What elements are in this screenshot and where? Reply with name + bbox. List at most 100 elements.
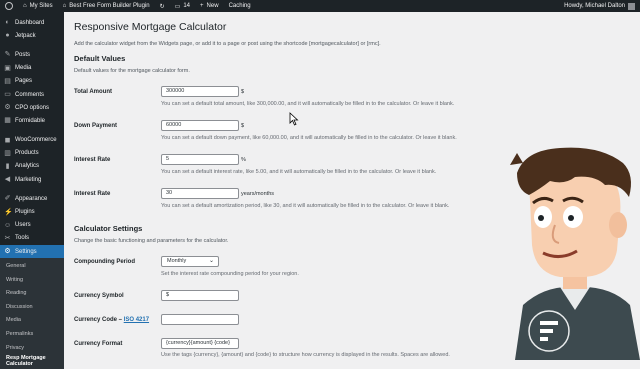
plus-icon: + <box>200 3 204 9</box>
section-default-values: Default Values <box>74 54 126 63</box>
sidebar-item-analytics[interactable]: ▮ Analytics <box>0 160 64 173</box>
new-content-menu[interactable]: + New <box>195 3 224 9</box>
submenu-general[interactable]: General <box>0 259 64 273</box>
currency-format-input[interactable]: {currency}{amount} {code} <box>161 338 239 349</box>
sidebar-item-settings[interactable]: ⚙ Settings <box>0 245 64 259</box>
intro-text: Add the calculator widget from the Widge… <box>74 41 381 47</box>
page-title: Responsive Mortgage Calculator <box>74 21 227 33</box>
section-calculator-settings: Calculator Settings <box>74 224 143 233</box>
caching-menu[interactable]: Caching <box>224 3 256 9</box>
sidebar-item-woocommerce[interactable]: ◼ WooCommerce <box>0 134 64 147</box>
submenu-media[interactable]: Media <box>0 314 64 328</box>
sidebar-item-formidable[interactable]: ▦ Formidable <box>0 114 64 127</box>
comments-count: 14 <box>183 3 191 9</box>
currency-code-label-text: Currency Code – <box>74 317 123 323</box>
compounding-period-value: Monthly <box>167 258 187 264</box>
comment-icon: ▭ <box>4 91 11 99</box>
compounding-period-label: Compounding Period <box>74 259 135 265</box>
sidebar-item-jetpack[interactable]: ● Jetpack <box>0 29 64 42</box>
updates-button[interactable]: ↻ <box>155 3 170 10</box>
sidebar-item-cpo-options[interactable]: ⚙ CPO options <box>0 101 64 114</box>
sidebar-item-tools[interactable]: ✂ Tools <box>0 232 64 245</box>
amortization-help: You can set a default amortization perio… <box>161 203 450 209</box>
home-icon: ⌂ <box>62 3 67 9</box>
sidebar-item-users[interactable]: ☺ Users <box>0 219 64 232</box>
total-amount-suffix: $ <box>241 89 245 95</box>
iso-4217-link[interactable]: ISO 4217 <box>124 317 149 323</box>
my-sites-menu[interactable]: ⌂ My Sites <box>18 3 58 9</box>
submenu-reading[interactable]: Reading <box>0 286 64 300</box>
calculator-settings-description: Change the basic functioning and paramet… <box>74 238 229 244</box>
sidebar-item-marketing[interactable]: ◀ Marketing <box>0 173 64 186</box>
howdy-label: Howdy, Michael Dalton <box>564 3 625 9</box>
down-payment-label: Down Payment <box>74 123 118 129</box>
woo-icon: ◼ <box>4 136 11 144</box>
amortization-input[interactable]: 30 <box>161 188 239 199</box>
submenu-privacy[interactable]: Privacy <box>0 341 64 355</box>
formidable-logo-icon <box>528 310 570 352</box>
currency-code-input[interactable] <box>161 314 239 325</box>
wrench-icon: ✂ <box>4 234 11 242</box>
avatar <box>628 2 635 10</box>
site-name-label: Best Free Form Builder Plugin <box>69 3 150 9</box>
sidebar-item-dashboard[interactable]: ◐ Dashboard <box>0 16 64 29</box>
sidebar-item-media[interactable]: ▣ Media <box>0 62 64 75</box>
sidebar-item-label: Plugins <box>15 209 35 216</box>
mouse-cursor-icon <box>289 112 299 126</box>
interest-rate-input[interactable]: 5 <box>161 154 239 165</box>
chart-icon: ▮ <box>5 162 10 170</box>
interest-rate-suffix: % <box>241 157 246 163</box>
settings-submenu: General Writing Reading Discussion Media… <box>0 258 64 369</box>
sidebar-item-comments[interactable]: ▭ Comments <box>0 88 64 101</box>
compounding-period-select[interactable]: Monthly ⌄ <box>161 256 219 267</box>
sidebar-item-label: Analytics <box>15 163 40 170</box>
caching-label: Caching <box>228 3 251 9</box>
gear-icon: ⚙ <box>4 104 11 112</box>
currency-format-label: Currency Format <box>74 341 123 347</box>
chevron-down-icon: ⌄ <box>208 258 214 264</box>
currency-symbol-input[interactable]: $ <box>161 290 239 301</box>
sidebar-item-label: Tools <box>15 235 30 242</box>
sidebar-item-appearance[interactable]: ✐ Appearance <box>0 192 64 205</box>
comments-button[interactable]: ▭ 14 <box>170 3 195 10</box>
sidebar-item-posts[interactable]: ✎ Posts <box>0 48 64 61</box>
sidebar-item-products[interactable]: ▥ Products <box>0 147 64 160</box>
wordpress-logo-button[interactable] <box>0 2 18 10</box>
total-amount-input[interactable]: 300000 <box>161 86 239 97</box>
admin-sidebar: ◐ Dashboard ● Jetpack ✎ Posts ▣ Media ▤ Pages… <box>0 12 64 369</box>
amortization-label: Interest Rate <box>74 191 111 197</box>
currency-format-help: Use the tags {currency}, {amount} and {c… <box>161 352 450 358</box>
submenu-permalinks[interactable]: Permalinks <box>0 327 64 341</box>
house-icon: ⌂ <box>23 3 27 9</box>
submenu-writing[interactable]: Writing <box>0 273 64 287</box>
sidebar-item-label: Products <box>15 150 39 157</box>
formidable-icon: ▦ <box>4 117 11 125</box>
jetpack-icon: ● <box>5 32 10 40</box>
submenu-discussion[interactable]: Discussion <box>0 300 64 314</box>
plugin-icon: ⚡ <box>4 208 13 216</box>
products-icon: ▥ <box>4 149 11 157</box>
brush-icon: ✐ <box>4 195 11 203</box>
account-menu[interactable]: Howdy, Michael Dalton <box>559 2 640 10</box>
dashboard-icon: ◐ <box>5 19 10 27</box>
sidebar-item-label: Users <box>15 222 31 229</box>
interest-rate-help: You can set a default interest rate, lik… <box>161 169 437 175</box>
down-payment-help: You can set a default down payment, like… <box>161 135 457 141</box>
down-payment-suffix: $ <box>241 123 245 129</box>
down-payment-input[interactable]: 60000 <box>161 120 239 131</box>
sidebar-item-label: Pages <box>15 78 33 85</box>
submenu-resp-mortgage-calculator[interactable]: Resp Mortgage Calculator <box>0 354 64 368</box>
sidebar-item-pages[interactable]: ▤ Pages <box>0 75 64 88</box>
total-amount-label: Total Amount <box>74 89 112 95</box>
currency-code-label: Currency Code – ISO 4217 <box>74 317 149 323</box>
sidebar-item-label: Appearance <box>15 195 48 202</box>
wordpress-icon <box>5 2 13 10</box>
comment-bubble-icon: ▭ <box>174 3 181 10</box>
sidebar-item-label: Marketing <box>15 176 42 183</box>
site-name-menu[interactable]: ⌂ Best Free Form Builder Plugin <box>58 3 155 9</box>
compounding-period-help: Set the interest rate compounding period… <box>161 271 299 277</box>
sidebar-item-plugins[interactable]: ⚡ Plugins <box>0 205 64 218</box>
media-icon: ▣ <box>4 64 11 72</box>
currency-symbol-label: Currency Symbol <box>74 293 124 299</box>
sidebar-item-label: Comments <box>15 91 45 98</box>
